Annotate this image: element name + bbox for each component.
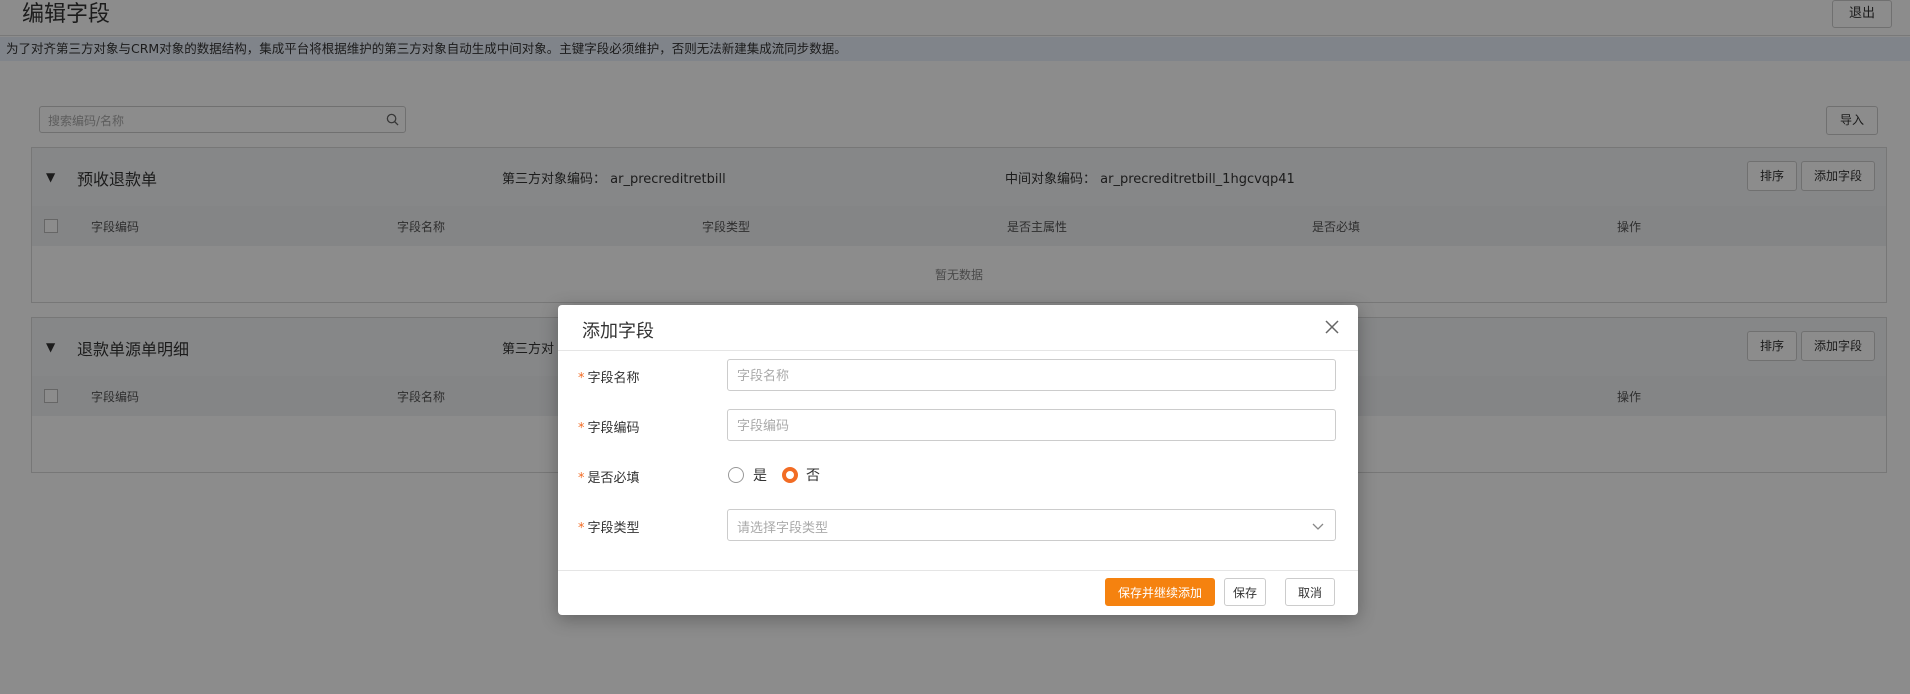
- close-icon[interactable]: [1324, 319, 1340, 335]
- field-name-label: * 字段名称: [578, 367, 640, 386]
- required-star: *: [578, 371, 585, 386]
- required-no-label[interactable]: 否: [806, 465, 820, 485]
- field-name-input[interactable]: [728, 360, 1319, 392]
- field-type-select[interactable]: 请选择字段类型: [727, 509, 1336, 541]
- field-type-placeholder: 请选择字段类型: [737, 521, 829, 536]
- required-label-text: 是否必填: [587, 471, 640, 486]
- required-star: *: [578, 521, 585, 536]
- required-label: * 是否必填: [578, 467, 640, 486]
- dialog-footer-divider: [558, 570, 1358, 571]
- required-no-radio[interactable]: [782, 467, 798, 483]
- field-name-label-text: 字段名称: [587, 371, 640, 386]
- field-code-label: * 字段编码: [578, 417, 640, 436]
- required-yes-radio[interactable]: [728, 467, 744, 483]
- field-type-label-text: 字段类型: [587, 521, 640, 536]
- field-code-input[interactable]: [728, 410, 1319, 442]
- field-type-label: * 字段类型: [578, 517, 640, 536]
- required-star: *: [578, 471, 585, 486]
- required-star: *: [578, 421, 585, 436]
- add-field-dialog: 添加字段 *字段名称 *字段编码 *是否必填 是 否 *字段类型 请选择字段类型…: [558, 305, 1358, 615]
- cancel-button[interactable]: 取消: [1285, 578, 1335, 606]
- field-code-label-text: 字段编码: [587, 421, 640, 436]
- save-and-continue-button[interactable]: 保存并继续添加: [1105, 578, 1215, 606]
- save-button[interactable]: 保存: [1224, 578, 1266, 606]
- field-name-input-box: [727, 359, 1336, 392]
- required-yes-label[interactable]: 是: [753, 465, 767, 485]
- chevron-down-icon: [1312, 523, 1324, 530]
- dialog-title: 添加字段: [582, 321, 654, 342]
- field-code-input-box: [727, 409, 1336, 442]
- dialog-header-divider: [558, 350, 1358, 351]
